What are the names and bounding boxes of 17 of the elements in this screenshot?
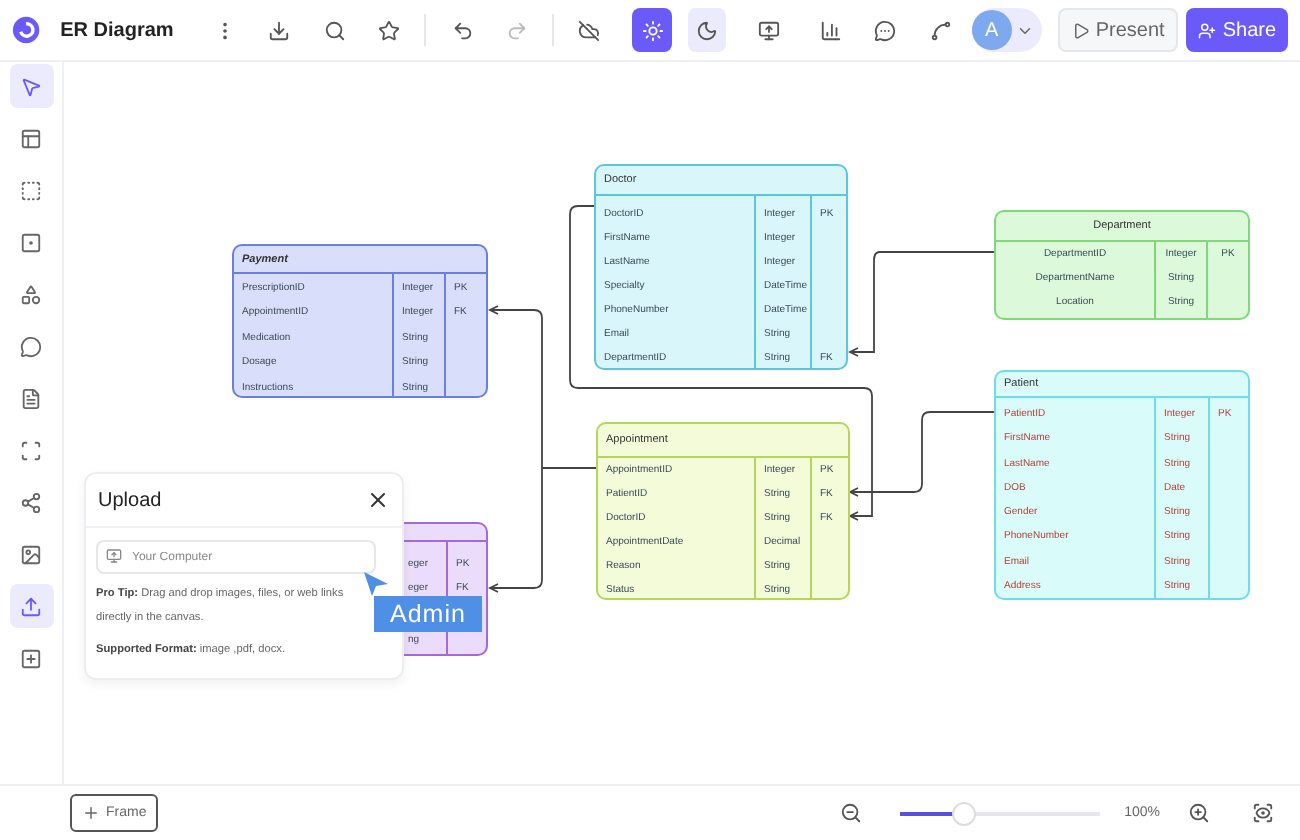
share-button[interactable]: Share bbox=[1186, 8, 1289, 52]
monitor-icon bbox=[106, 548, 122, 564]
play-icon bbox=[1071, 21, 1090, 39]
panel-title: Upload bbox=[98, 489, 162, 511]
document-title[interactable]: ER Diagram bbox=[60, 19, 174, 41]
close-icon[interactable] bbox=[366, 488, 390, 512]
moon-icon[interactable] bbox=[687, 8, 727, 52]
pointer-icon[interactable] bbox=[9, 64, 53, 108]
present-button[interactable]: Present bbox=[1057, 8, 1179, 52]
logo-icon[interactable] bbox=[12, 14, 41, 46]
sun-icon[interactable] bbox=[632, 8, 672, 52]
cursor-icon bbox=[364, 572, 388, 596]
plus-icon bbox=[82, 804, 100, 822]
user-cursor-label: Admin bbox=[374, 596, 482, 632]
add-user-icon bbox=[1198, 21, 1217, 39]
upload-icon[interactable] bbox=[9, 584, 53, 628]
slider-thumb[interactable] bbox=[952, 801, 977, 825]
